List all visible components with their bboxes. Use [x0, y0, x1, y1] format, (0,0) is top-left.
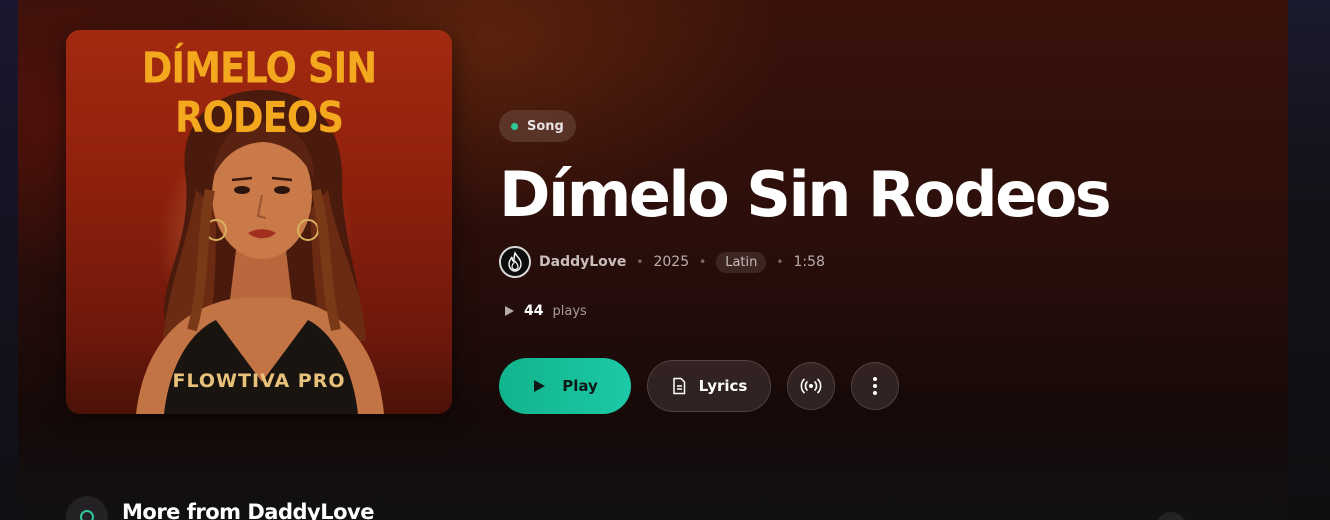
document-icon — [672, 377, 685, 395]
more-from-artist-header: More from DaddyLove — [66, 496, 374, 520]
meta-separator: • — [636, 255, 644, 269]
play-small-icon — [505, 306, 514, 316]
album-cover: DÍMELO SIN RODEOS FLOWTIVA PRO — [66, 30, 452, 414]
carousel-nav-button[interactable] — [1156, 512, 1186, 520]
left-edge — [0, 0, 18, 520]
meta-separator: • — [776, 255, 784, 269]
play-button[interactable]: Play — [499, 358, 631, 414]
song-page: DÍMELO SIN RODEOS FLOWTIVA PRO Song Díme… — [18, 0, 1288, 520]
genre-tag[interactable]: Latin — [716, 251, 767, 273]
broadcast-icon — [800, 378, 822, 394]
duration: 1:58 — [793, 254, 825, 270]
type-label: Song — [527, 118, 564, 134]
artist-avatar[interactable] — [499, 246, 531, 278]
cover-brand-text: FLOWTIVA PRO — [172, 370, 346, 392]
song-title: Dímelo Sin Rodeos — [499, 158, 1112, 231]
play-icon — [534, 380, 546, 392]
cover-title-text: DÍMELO SIN RODEOS — [141, 43, 378, 143]
more-options-button[interactable] — [851, 362, 899, 410]
type-badge: Song — [499, 110, 576, 142]
lyrics-button[interactable]: Lyrics — [647, 360, 771, 412]
right-edge — [1288, 0, 1330, 520]
song-meta: DaddyLove • 2025 • Latin • 1:58 — [499, 246, 825, 278]
lyrics-label: Lyrics — [698, 377, 748, 395]
more-vertical-icon — [873, 377, 877, 395]
meta-separator: • — [699, 255, 707, 269]
action-bar: Play Lyrics — [499, 358, 899, 414]
radio-button[interactable] — [787, 362, 835, 410]
section-title: More from DaddyLove — [122, 500, 374, 520]
release-year: 2025 — [653, 254, 690, 270]
artist-link[interactable]: DaddyLove — [539, 254, 626, 270]
section-icon — [66, 496, 108, 520]
plays-label: plays — [552, 303, 587, 319]
status-dot-icon — [511, 122, 518, 130]
search-icon — [80, 510, 94, 520]
play-count: 44 plays — [503, 303, 587, 319]
play-label: Play — [562, 377, 598, 395]
flame-logo-icon — [508, 251, 522, 272]
plays-count: 44 — [524, 303, 544, 319]
